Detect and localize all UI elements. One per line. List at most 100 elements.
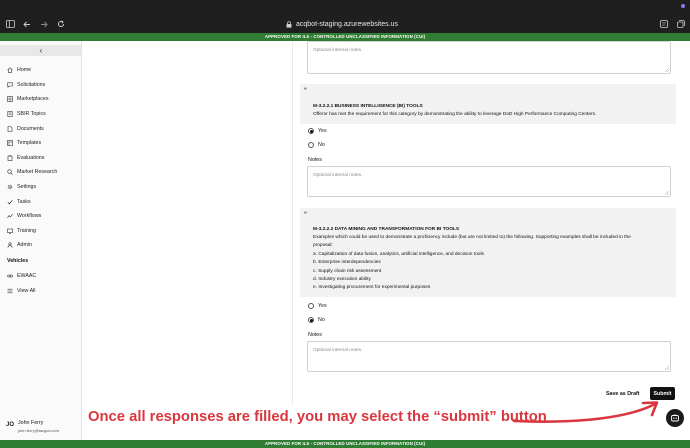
- sidebar-item-label: Evaluations: [17, 154, 45, 161]
- notes-placeholder: Optional internal notes.: [313, 48, 363, 53]
- sidebar-item-label: Workflows: [17, 213, 42, 220]
- instruction-annotation: Once all responses are filled, you may s…: [88, 409, 547, 425]
- workflow-icon: [7, 213, 13, 219]
- notes-label: Notes: [308, 157, 322, 163]
- radio-unselected-icon: [308, 142, 314, 148]
- forward-icon[interactable]: [40, 17, 48, 31]
- radio-no[interactable]: No: [308, 317, 325, 323]
- radio-label: Yes: [318, 128, 327, 134]
- resize-handle-icon[interactable]: [665, 68, 669, 72]
- sidebar-item-label: Solicitations: [17, 81, 46, 88]
- sidebar-item-documents[interactable]: Documents: [0, 121, 82, 136]
- address-bar[interactable]: acqbot-staging.azurewebsites.us: [286, 18, 398, 30]
- sidebar-item-label: Home: [17, 67, 32, 74]
- sidebar-item-label: SBIR Topics: [17, 111, 46, 118]
- sidebar-item-sbir-topics[interactable]: SBIR Topics: [0, 107, 82, 122]
- help-button[interactable]: [666, 409, 684, 427]
- sidebar-item-marketplaces[interactable]: Marketplaces: [0, 92, 82, 107]
- radio-selected-icon: [308, 128, 314, 134]
- list-icon: [7, 288, 13, 294]
- link-icon: [7, 273, 13, 279]
- notes-field-previous[interactable]: Optional internal notes.: [307, 41, 671, 74]
- sidebar-item-label: Training: [17, 227, 36, 234]
- question-line: c. Supply chain risk assessment: [313, 268, 382, 274]
- sidebar-item-label: Marketplaces: [17, 96, 49, 103]
- sidebar-item-training[interactable]: Training: [0, 224, 82, 239]
- grid-icon: [7, 96, 13, 103]
- question-text: Offeror has met the requirement for this…: [313, 112, 597, 117]
- vehicles-heading: Vehicles: [7, 258, 29, 264]
- resize-handle-icon[interactable]: [665, 191, 669, 195]
- question-line: Examples which could be used to demonstr…: [313, 235, 631, 240]
- notes-placeholder: Optional internal notes.: [313, 173, 363, 178]
- cui-banner-bottom: APPROVED FOR IL5 - CONTROLLED UNCLASSIFI…: [0, 440, 690, 448]
- question-line: proposal:: [313, 243, 333, 249]
- user-name: John Ferry: [18, 420, 44, 426]
- person-icon: [7, 242, 13, 249]
- check-icon: [7, 199, 13, 205]
- radio-selected-icon: [308, 317, 314, 323]
- radio-yes[interactable]: Yes: [308, 303, 327, 309]
- notes-placeholder: Optional internal notes.: [313, 348, 363, 353]
- question-title: M-3.2.2.2 DATA MINING AND TRANSFORMATION…: [313, 227, 460, 232]
- radio-label: No: [318, 142, 325, 148]
- clipboard-icon: [7, 155, 13, 161]
- question-card-bi-tools: “ M-3.2.2.1 BUSINESS INTELLIGENCE (BI) T…: [300, 84, 676, 124]
- sidebar-item-label: Admin: [17, 242, 33, 249]
- content-divider: [292, 41, 293, 406]
- training-icon: [7, 228, 13, 234]
- document-icon: [7, 125, 13, 132]
- sidebar-item-label: Templates: [17, 140, 42, 147]
- radio-yes[interactable]: Yes: [308, 128, 327, 134]
- question-line: b. Enterprise interdependencies: [313, 260, 381, 266]
- gear-icon: [7, 184, 13, 190]
- back-icon[interactable]: [23, 17, 31, 31]
- sidebar-item-settings[interactable]: Settings: [0, 180, 82, 195]
- tabs-icon[interactable]: [677, 17, 685, 31]
- lock-icon: [286, 20, 292, 28]
- template-icon: [7, 140, 13, 147]
- search-icon: [7, 169, 13, 176]
- sidebar-item-admin[interactable]: Admin: [0, 238, 82, 253]
- sidebar-item-solicitations[interactable]: Solicitations: [0, 78, 82, 93]
- quote-icon: “: [304, 212, 307, 218]
- sidebar-toggle-icon[interactable]: [6, 17, 15, 31]
- resize-handle-icon[interactable]: [665, 366, 669, 370]
- notes-field-q2[interactable]: Optional internal notes.: [307, 341, 671, 372]
- radio-unselected-icon: [308, 303, 314, 309]
- radio-no[interactable]: No: [308, 142, 325, 148]
- sidebar: ‹ Home Solicitations Marketplaces SBIR T…: [0, 41, 82, 440]
- book-icon: [7, 111, 13, 117]
- sidebar-item-templates[interactable]: Templates: [0, 136, 82, 151]
- collapse-sidebar-button[interactable]: ‹: [0, 45, 82, 56]
- sidebar-item-workflows[interactable]: Workflows: [0, 209, 82, 224]
- notes-field-q1[interactable]: Optional internal notes.: [307, 166, 671, 197]
- sidebar-item-label: Market Research: [17, 169, 58, 176]
- tab-overview-icon[interactable]: [660, 17, 668, 31]
- url-text: acqbot-staging.azurewebsites.us: [296, 20, 398, 28]
- chevron-left-icon: ‹: [39, 46, 43, 55]
- user-profile[interactable]: JO John Ferry john.ferry@tacgov.com: [6, 420, 59, 433]
- quote-icon: “: [304, 88, 307, 94]
- browser-chrome: acqbot-staging.azurewebsites.us: [0, 0, 690, 33]
- home-icon: [7, 67, 13, 73]
- avatar: JO: [6, 422, 15, 428]
- sidebar-item-label: Documents: [17, 125, 44, 132]
- sidebar-item-ewaac[interactable]: EWAAC: [0, 269, 82, 284]
- question-title: M-3.2.2.1 BUSINESS INTELLIGENCE (BI) TOO…: [313, 104, 423, 109]
- sidebar-item-tasks[interactable]: Tasks: [0, 194, 82, 209]
- user-email: john.ferry@tacgov.com: [18, 428, 59, 433]
- sidebar-item-evaluations[interactable]: Evaluations: [0, 151, 82, 166]
- sidebar-item-market-research[interactable]: Market Research: [0, 165, 82, 180]
- sidebar-item-label: Settings: [17, 184, 37, 191]
- chat-bot-icon: [671, 414, 679, 422]
- chat-icon: [7, 82, 13, 88]
- sidebar-item-view-all[interactable]: View All: [0, 284, 82, 299]
- notes-label: Notes: [308, 332, 322, 338]
- sidebar-item-home[interactable]: Home: [0, 63, 82, 78]
- sidebar-item-label: EWAAC: [17, 273, 37, 280]
- radio-label: No: [318, 317, 325, 323]
- sidebar-item-label: Tasks: [17, 198, 31, 205]
- sidebar-nav: Home Solicitations Marketplaces SBIR Top…: [0, 63, 82, 253]
- reload-icon[interactable]: [57, 17, 65, 31]
